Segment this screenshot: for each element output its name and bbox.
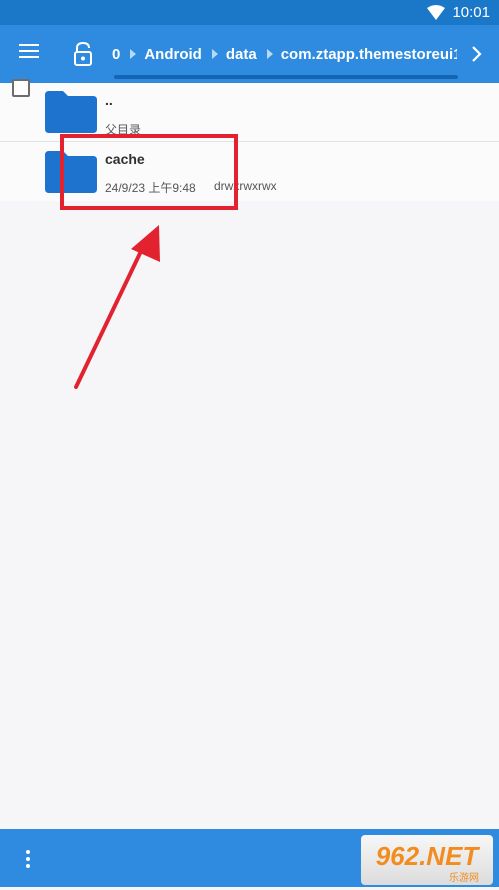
watermark-logo: 962.NET 乐游网 [361, 835, 493, 885]
menu-icon[interactable] [19, 44, 39, 64]
chevron-right-icon [211, 49, 218, 59]
breadcrumb-item-android[interactable]: Android [144, 46, 202, 63]
clock: 10:01 [452, 4, 490, 21]
chevron-right-icon[interactable] [470, 45, 484, 63]
wifi-icon [427, 5, 445, 20]
chevron-right-icon [266, 49, 273, 59]
select-checkbox[interactable] [12, 79, 30, 97]
status-bar: 10:01 [0, 0, 499, 25]
watermark-subtext: 乐游网 [449, 871, 479, 884]
watermark-text: 962.NET [376, 841, 481, 871]
breadcrumb-item-package[interactable]: com.ztapp.themestoreui1 [281, 46, 457, 63]
more-options-icon[interactable] [26, 850, 32, 868]
breadcrumb-item-data[interactable]: data [226, 46, 257, 63]
breadcrumb-scrollbar[interactable] [114, 75, 458, 79]
folder-icon [45, 91, 97, 133]
toolbar: 0 Android data com.ztapp.themestoreui1 [0, 25, 499, 83]
chevron-right-icon [130, 49, 137, 59]
unlock-icon[interactable] [73, 42, 93, 66]
file-name: .. [105, 92, 113, 108]
highlight-box [60, 134, 238, 210]
breadcrumb-item-root[interactable]: 0 [112, 46, 120, 63]
